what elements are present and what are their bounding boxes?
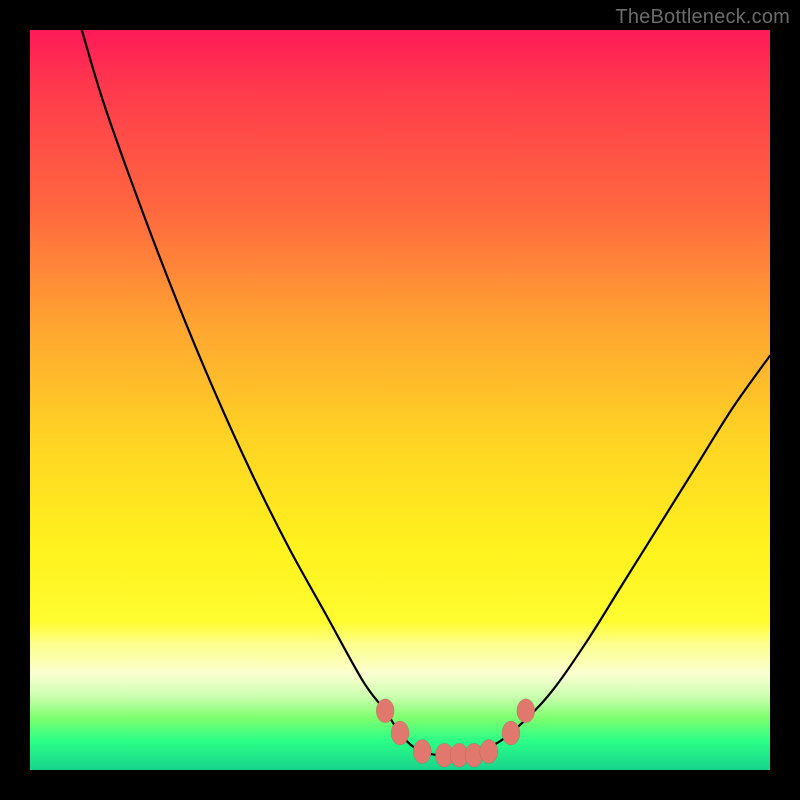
curve-marker xyxy=(391,721,409,745)
chart-frame: TheBottleneck.com xyxy=(0,0,800,800)
bottleneck-curve xyxy=(82,30,770,756)
plot-area xyxy=(30,30,770,770)
curve-marker xyxy=(502,721,520,745)
curve-marker xyxy=(413,740,431,764)
curve-marker xyxy=(517,699,535,723)
curve-marker xyxy=(376,699,394,723)
watermark-text: TheBottleneck.com xyxy=(615,6,790,29)
curve-marker xyxy=(480,740,498,764)
chart-svg xyxy=(30,30,770,770)
marker-group xyxy=(376,699,535,767)
